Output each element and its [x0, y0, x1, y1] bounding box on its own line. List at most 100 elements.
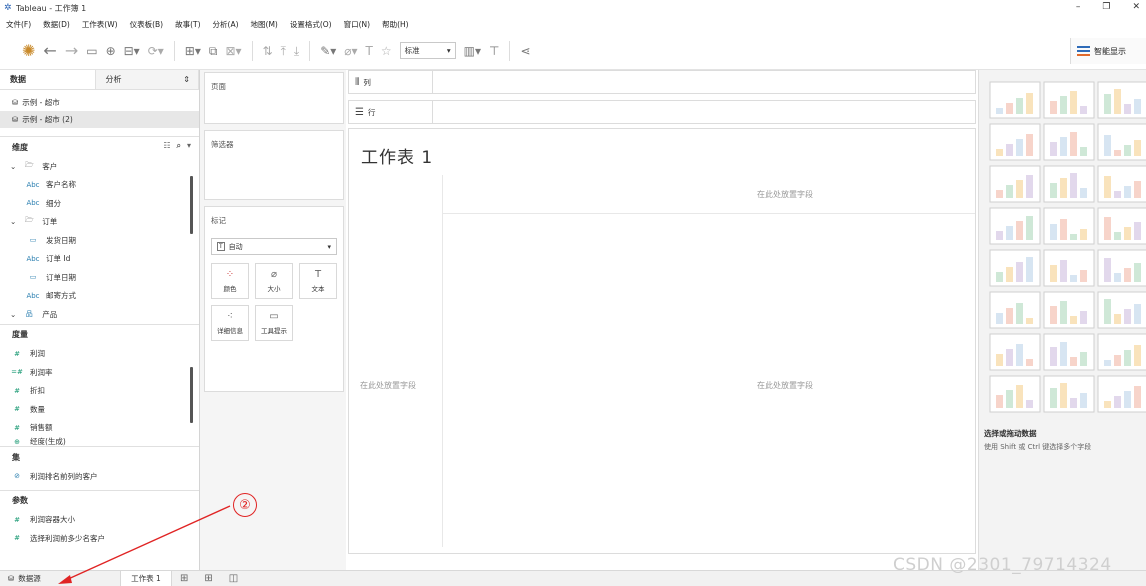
tooltip-button[interactable]: ▭ 工具提示 [255, 305, 293, 341]
detail-button[interactable]: ⁖ 详细信息 [211, 305, 249, 341]
menu-dashboard[interactable]: 仪表板(B) [130, 19, 164, 30]
columns-shelf[interactable]: ⦀ 列 [348, 70, 976, 94]
datasource-item-selected[interactable]: ⛁ 示例 - 超市 (2) [0, 111, 199, 128]
box-whisker-thumbnail[interactable] [1097, 333, 1146, 371]
area-continuous-thumbnail[interactable] [989, 291, 1041, 329]
presentation-icon[interactable]: ⊤ [489, 43, 499, 59]
forward-icon[interactable]: → [65, 42, 78, 59]
sort-asc-icon[interactable]: ⤒ [281, 43, 286, 59]
dimension-field[interactable]: Abc 订单 Id [0, 250, 199, 269]
dimension-field[interactable]: ▭ 发货日期 [0, 231, 199, 250]
fit-select[interactable]: 标准 ▾ [399, 42, 456, 59]
lines-discrete-thumbnail[interactable] [1043, 249, 1095, 287]
datasource-tab[interactable]: ⛁ 数据源 [0, 571, 120, 586]
menu-analysis[interactable]: 分析(A) [213, 19, 239, 30]
labels-icon[interactable]: T [366, 43, 373, 59]
menu-map[interactable]: 地图(M) [251, 19, 278, 30]
area-discrete-thumbnail[interactable] [1043, 291, 1095, 329]
pie-chart-thumbnail[interactable] [1097, 123, 1146, 161]
sort-desc-icon[interactable]: ⤓ [294, 43, 299, 59]
circle-view-thumbnail[interactable] [1043, 207, 1095, 245]
sheet-title[interactable]: 工作表 1 [361, 143, 433, 168]
parameter-field[interactable]: # 利润容器大小 [0, 511, 199, 530]
histogram-thumbnail[interactable] [1043, 333, 1095, 371]
save-icon[interactable]: ▭ [86, 43, 97, 59]
horizontal-bars-thumbnail[interactable] [989, 165, 1041, 203]
menu-worksheet[interactable]: 工作表(W) [82, 19, 118, 30]
dimension-folder[interactable]: ⌄ 🗁 客户 [0, 157, 199, 176]
fix-axes-icon[interactable]: ☆ [381, 43, 392, 59]
side-by-side-circles-thumbnail[interactable] [1097, 207, 1146, 245]
treemap-thumbnail[interactable] [989, 207, 1041, 245]
filled-map-thumbnail[interactable] [1043, 123, 1095, 161]
packed-bubbles-thumbnail[interactable] [1097, 375, 1146, 413]
pages-card[interactable]: 页面 [204, 72, 344, 124]
view-canvas[interactable]: 工作表 1 在此处放置字段 在此处放置字段 在此处放置字段 [348, 128, 976, 554]
measure-field[interactable]: # 数量 [0, 400, 199, 419]
dimension-folder[interactable]: ⌄ 🗁 订单 [0, 213, 199, 232]
rows-shelf[interactable]: ☰ 行 [348, 100, 976, 124]
new-dashboard-button[interactable]: ⊞ [196, 571, 220, 586]
dimension-field[interactable]: Abc 客户名称 [0, 176, 199, 195]
measure-field[interactable]: ⊕ 经度(生成) [0, 437, 199, 446]
dimension-field[interactable]: Abc 邮寄方式 [0, 287, 199, 306]
tab-analysis[interactable]: 分析 ⇕ [95, 70, 199, 89]
close-button[interactable]: ✕ [1132, 2, 1140, 12]
new-worksheet-icon[interactable]: ⊞▾ [185, 43, 201, 59]
set-field[interactable]: ⊘ 利润排名前列的客户 [0, 467, 199, 486]
duplicate-icon[interactable]: ⧉ [209, 43, 218, 59]
measure-field[interactable]: # 销售额 [0, 419, 199, 438]
color-button[interactable]: ⁘ 颜色 [211, 263, 249, 299]
lines-continuous-thumbnail[interactable] [989, 249, 1041, 287]
chevron-down-icon[interactable]: ▾ [187, 141, 191, 151]
dimensions-scrollbar[interactable] [190, 176, 193, 234]
show-cards-icon[interactable]: ▥▾ [464, 43, 481, 59]
datasource-item[interactable]: ⛁ 示例 - 超市 [0, 94, 199, 111]
size-button[interactable]: ⌀ 大小 [255, 263, 293, 299]
show-me-button[interactable]: 智能显示 [1070, 38, 1146, 64]
measure-field[interactable]: =# 利润率 [0, 363, 199, 382]
tableau-start-icon[interactable]: ✺ [22, 42, 35, 59]
dimension-field[interactable]: Abc 细分 [0, 194, 199, 213]
side-by-side-bars-thumbnail[interactable] [1097, 165, 1146, 203]
scatter-plot-thumbnail[interactable] [989, 333, 1041, 371]
stacked-bars-thumbnail[interactable] [1043, 165, 1095, 203]
tab-data[interactable]: 数据 [0, 70, 96, 89]
group-icon[interactable]: ⌀▾ [344, 43, 357, 59]
parameter-field[interactable]: # 选择利润前多少名客户 [0, 529, 199, 548]
dimension-field[interactable]: ▭ 订单日期 [0, 268, 199, 287]
menu-file[interactable]: 文件(F) [6, 19, 31, 30]
sheet-tab[interactable]: 工作表 1 [120, 571, 172, 586]
view-list-icon[interactable]: ☷ [163, 141, 170, 151]
swap-icon[interactable]: ⇅ [263, 43, 273, 59]
minimize-button[interactable]: – [1076, 2, 1081, 12]
gantt-chart-thumbnail[interactable] [989, 375, 1041, 413]
refresh-icon[interactable]: ⟳▾ [148, 43, 164, 59]
share-icon[interactable]: ⋖ [520, 43, 530, 59]
pause-updates-icon[interactable]: ⊟▾ [124, 43, 140, 59]
drop-zone-columns[interactable]: 在此处放置字段 [757, 189, 813, 200]
menu-story[interactable]: 故事(T) [175, 19, 200, 30]
new-datasource-icon[interactable]: ⊕ [106, 43, 116, 59]
menu-window[interactable]: 窗口(N) [344, 19, 370, 30]
highlight-icon[interactable]: ✎▾ [320, 43, 336, 59]
drop-zone-view[interactable]: 在此处放置字段 [757, 380, 813, 391]
dual-combination-thumbnail[interactable] [1097, 291, 1146, 329]
restore-button[interactable]: ❐ [1102, 2, 1110, 12]
text-table-thumbnail[interactable] [989, 81, 1041, 119]
symbol-map-thumbnail[interactable] [989, 123, 1041, 161]
measures-scrollbar[interactable] [190, 367, 193, 423]
menu-data[interactable]: 数据(D) [43, 19, 70, 30]
dual-lines-thumbnail[interactable] [1097, 249, 1146, 287]
highlight-table-thumbnail[interactable] [1097, 81, 1146, 119]
mark-type-select[interactable]: T 自动 ▾ [211, 238, 337, 255]
measure-field[interactable]: # 利润 [0, 345, 199, 364]
tab-menu-icon[interactable]: ⇕ [183, 75, 190, 84]
menu-format[interactable]: 设置格式(O) [290, 19, 332, 30]
new-story-button[interactable]: ◫ [221, 571, 246, 586]
bullet-graph-thumbnail[interactable] [1043, 375, 1095, 413]
measure-field[interactable]: # 折扣 [0, 382, 199, 401]
new-worksheet-button[interactable]: ⊞ [172, 571, 196, 586]
drop-zone-rows[interactable]: 在此处放置字段 [360, 380, 416, 391]
back-icon[interactable]: ← [43, 42, 56, 59]
